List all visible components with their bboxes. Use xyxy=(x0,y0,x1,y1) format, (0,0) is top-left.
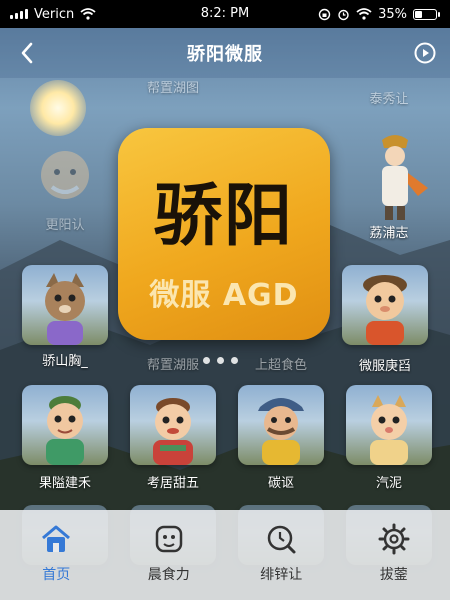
carousel-dot[interactable] xyxy=(217,357,224,364)
play-button[interactable] xyxy=(414,42,436,64)
character-avatar xyxy=(41,151,89,199)
status-bar: Vericn 8:2: PM 35% xyxy=(0,0,450,28)
gear-icon xyxy=(378,523,410,555)
character-label: 微服庚舀 xyxy=(358,359,411,374)
sun-decoration xyxy=(30,80,86,136)
character-card[interactable] xyxy=(238,385,324,465)
character-label: 汽泥 xyxy=(375,476,402,491)
chevron-left-icon xyxy=(21,42,33,64)
tab-label: 首页 xyxy=(42,567,71,583)
character-avatar xyxy=(382,135,428,220)
page-title: 骄阳微服 xyxy=(187,44,263,65)
character-avatar xyxy=(46,396,84,465)
logo-title: 骄阳 xyxy=(153,176,294,256)
character-label: 果隘建禾 xyxy=(38,476,91,491)
alarm-icon xyxy=(338,9,349,20)
app-logo[interactable]: 骄阳 微服 AGD xyxy=(118,128,330,340)
character-card[interactable] xyxy=(130,385,216,465)
character-card[interactable] xyxy=(22,385,108,465)
carousel-dot[interactable] xyxy=(231,357,238,364)
character-avatar xyxy=(258,398,304,465)
character-avatar xyxy=(370,395,408,465)
character-label: 上超食色 xyxy=(254,358,307,373)
home-icon xyxy=(42,525,71,552)
carousel-dot[interactable] xyxy=(203,357,210,364)
character-avatar xyxy=(363,275,407,345)
bottom-tab-bar: 首页 晨食力 绯锌让 拔蓥 xyxy=(0,510,450,600)
tab-label: 晨食力 xyxy=(147,567,190,583)
signal-icon xyxy=(10,9,28,19)
tab-label: 拔蓥 xyxy=(379,567,408,583)
character-card[interactable] xyxy=(346,385,432,465)
lock-rotation-icon xyxy=(318,8,331,20)
tab-label: 绯锌让 xyxy=(260,567,303,583)
tab-discover[interactable]: 绯锌让 xyxy=(225,510,338,600)
character-label: 泰秀让 xyxy=(369,92,409,107)
character-avatar xyxy=(45,273,85,345)
character-label: 荔浦志 xyxy=(369,226,409,241)
wifi-icon-right xyxy=(356,8,372,20)
navigation-bar: 骄阳微服 xyxy=(0,28,450,78)
character-label: 考居甜五 xyxy=(146,476,199,491)
clock-search-icon xyxy=(268,525,296,554)
character-card[interactable] xyxy=(342,265,428,345)
character-card[interactable] xyxy=(22,135,108,215)
play-circle-icon xyxy=(414,42,436,64)
tab-food[interactable]: 晨食力 xyxy=(113,510,226,600)
battery-icon xyxy=(413,8,440,20)
tab-home[interactable]: 首页 xyxy=(0,510,113,600)
battery-percent: 35% xyxy=(378,6,407,22)
carrier-name: Vericn xyxy=(34,6,75,22)
character-card[interactable] xyxy=(22,265,108,345)
carousel-indicator xyxy=(203,357,238,364)
tab-settings[interactable]: 拔蓥 xyxy=(338,510,450,600)
character-label: 骄山胸_ xyxy=(42,354,88,369)
character-label: 帮置湖图 xyxy=(146,81,199,96)
character-label: 碳讴 xyxy=(267,476,294,491)
back-button[interactable] xyxy=(14,40,40,66)
character-card[interactable] xyxy=(352,128,438,222)
wifi-icon xyxy=(80,8,96,20)
face-icon xyxy=(155,525,182,553)
character-label: 更阳认 xyxy=(45,218,85,233)
character-avatar xyxy=(153,398,193,465)
logo-subtitle: 微服 AGD xyxy=(149,278,299,313)
